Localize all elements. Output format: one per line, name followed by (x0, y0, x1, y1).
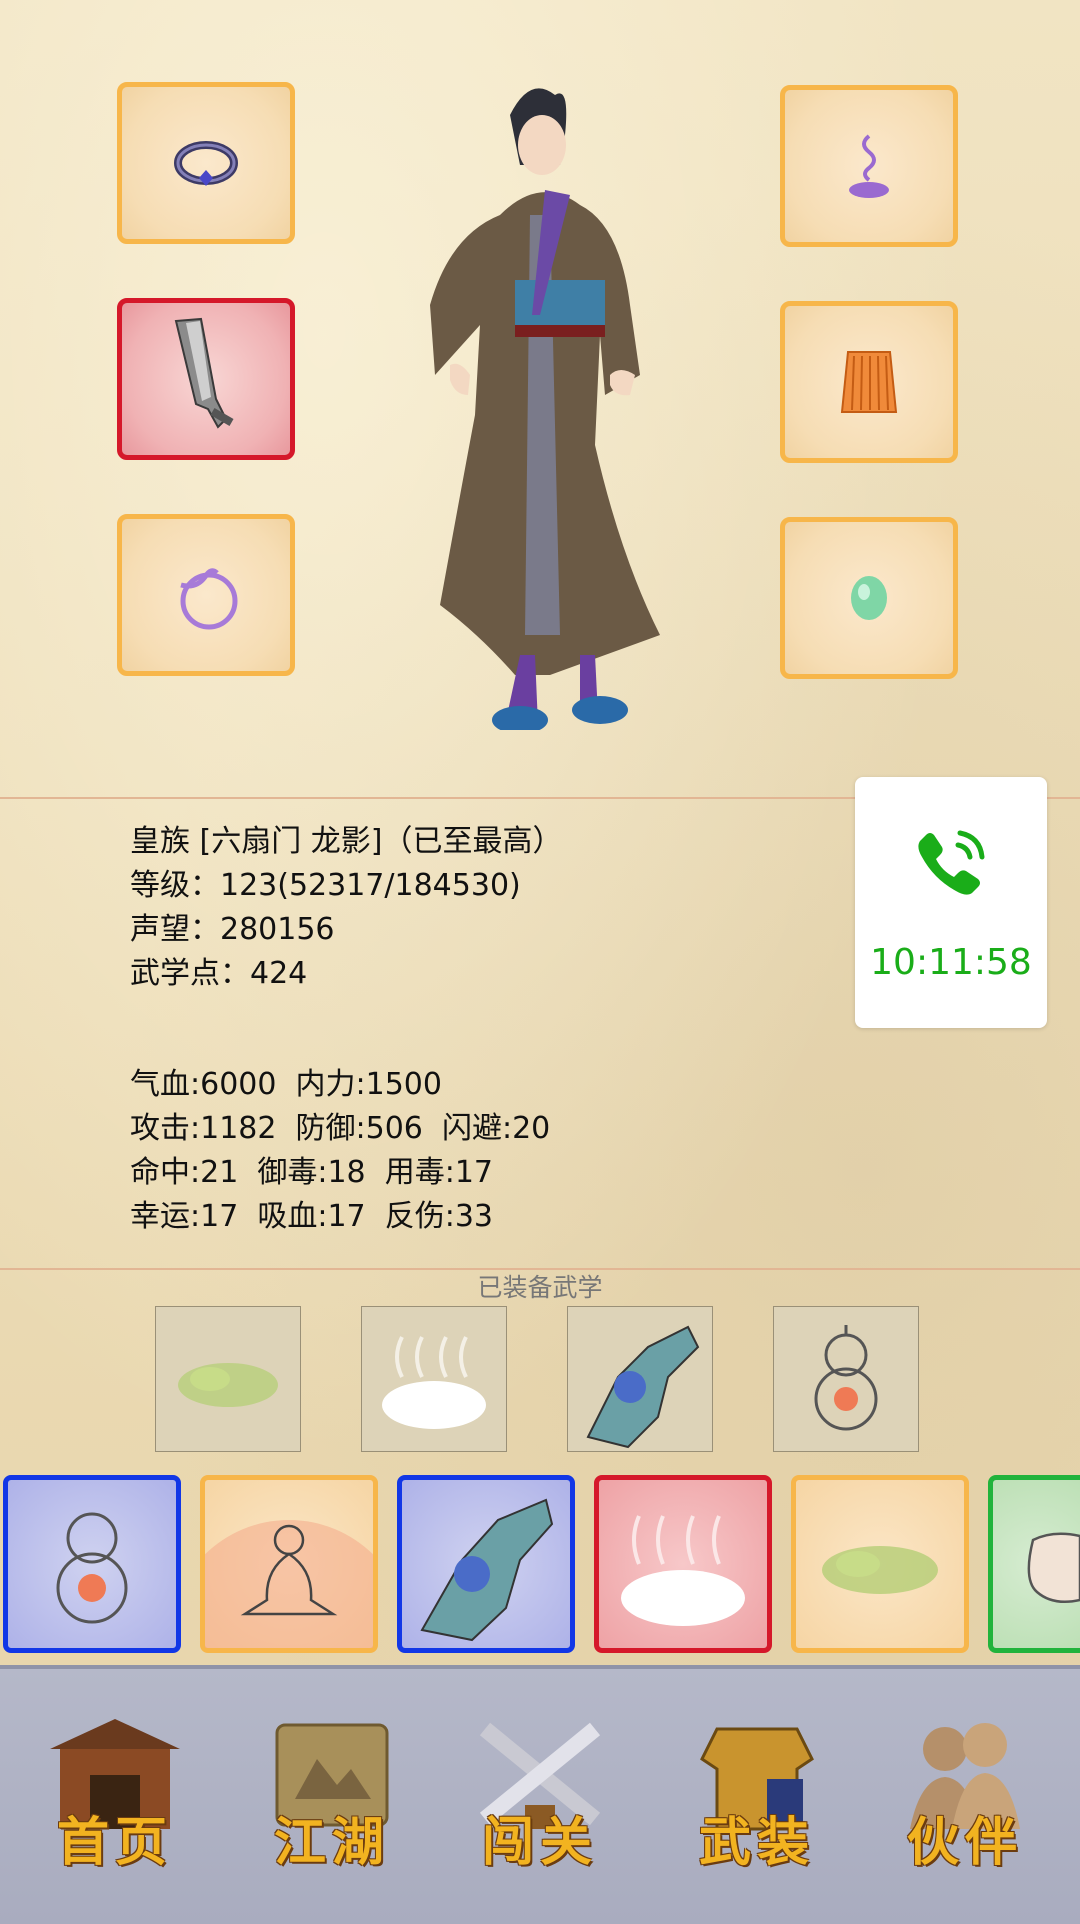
nav-challenge[interactable]: 闯关 (455, 1709, 625, 1889)
palm-strike-icon (420, 1498, 554, 1642)
equipped-skills-label: 已装备武学 (477, 1273, 603, 1302)
character-level: 等级：123(52317/184530) (130, 868, 521, 903)
equip-slot-jade[interactable] (780, 517, 958, 679)
nav-companions-label: 伙伴 (906, 1812, 1023, 1873)
skill-card-4[interactable] (594, 1475, 772, 1653)
equip-slot-ring[interactable] (117, 82, 295, 244)
stats-row-4: 幸运:17 吸血:17 反伤:33 (130, 1199, 493, 1234)
phone-icon (918, 830, 985, 895)
nav-jianghu-label: 江湖 (273, 1812, 390, 1873)
skill-card-6[interactable] (988, 1475, 1080, 1653)
stats-row-1: 气血:6000 内力:1500 (130, 1067, 442, 1102)
steam-cloud-icon (621, 1515, 745, 1626)
skill-card-5[interactable] (791, 1475, 969, 1653)
call-overlay[interactable]: 10:11:58 (855, 777, 1047, 1028)
stats-row-2: 攻击:1182 防御:506 闪避:20 (130, 1111, 551, 1146)
skill-card-2[interactable] (169, 1475, 409, 1760)
nav-armament[interactable]: 武装 (672, 1709, 842, 1889)
character-martial-points: 武学点：424 (130, 956, 308, 991)
equipped-skill-4[interactable] (773, 1306, 919, 1452)
nav-companions[interactable]: 伙伴 (880, 1709, 1050, 1889)
equipped-skill-1[interactable] (155, 1306, 301, 1452)
gourd-icon (56, 1512, 128, 1624)
skill-card-3[interactable] (397, 1475, 575, 1653)
steam-cloud-icon (382, 1336, 486, 1429)
jade-icon (851, 576, 887, 620)
meditation-icon (169, 1520, 409, 1760)
nav-challenge-label: 闯关 (481, 1812, 598, 1873)
nav-home[interactable]: 首页 (30, 1709, 200, 1889)
poison-mist-icon (822, 1546, 938, 1594)
robe-skirt-icon (840, 351, 898, 413)
fist-icon (1027, 1532, 1080, 1603)
equip-slot-incense[interactable] (780, 85, 958, 247)
equipped-skill-2[interactable] (361, 1306, 507, 1452)
bottom-nav: 首页 江湖 闯关 武装 伙伴 (0, 1665, 1080, 1924)
character-prestige: 声望：280156 (130, 912, 335, 947)
gourd-icon (814, 1325, 878, 1431)
skill-bar (0, 1475, 1080, 1760)
nav-jianghu[interactable]: 江湖 (247, 1709, 417, 1889)
equip-slot-bracelet[interactable] (117, 514, 295, 676)
nav-armament-label: 武装 (698, 1812, 815, 1873)
palm-strike-icon (586, 1325, 700, 1449)
incense-icon (849, 134, 889, 198)
equip-slot-skirt[interactable] (780, 301, 958, 463)
sword-icon (174, 317, 234, 429)
character-stats: 气血:6000 内力:1500 攻击:1182 防御:506 闪避:20 命中:… (130, 1063, 550, 1239)
character-title: 皇族 [六扇门 龙影]（已至最高） (130, 824, 563, 859)
nav-home-label: 首页 (56, 1812, 173, 1873)
poison-mist-icon (178, 1363, 278, 1407)
character-figure (430, 88, 660, 730)
character-info: 皇族 [六扇门 龙影]（已至最高） 等级：123(52317/184530) 声… (130, 820, 562, 996)
skill-card-1[interactable] (3, 1475, 181, 1653)
equipped-skill-3[interactable] (567, 1306, 713, 1452)
ring-icon (174, 141, 238, 186)
call-timer: 10:11:58 (870, 942, 1032, 983)
stats-row-3: 命中:21 御毒:18 用毒:17 (130, 1155, 493, 1190)
bracelet-icon (180, 568, 238, 630)
equip-slot-weapon[interactable] (117, 298, 295, 460)
